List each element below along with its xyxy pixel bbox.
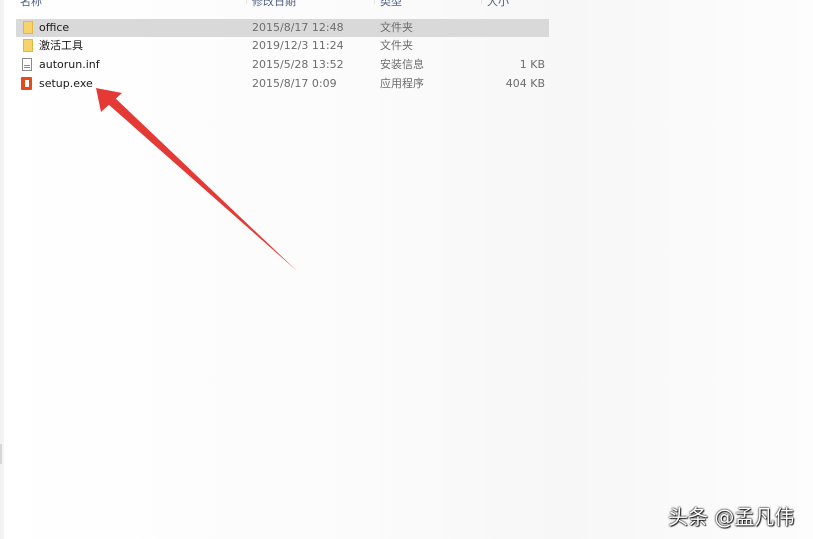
arrow-shaft xyxy=(108,97,297,271)
annotation-arrow xyxy=(96,88,297,271)
watermark: 头条 @孟凡伟 xyxy=(668,505,795,529)
